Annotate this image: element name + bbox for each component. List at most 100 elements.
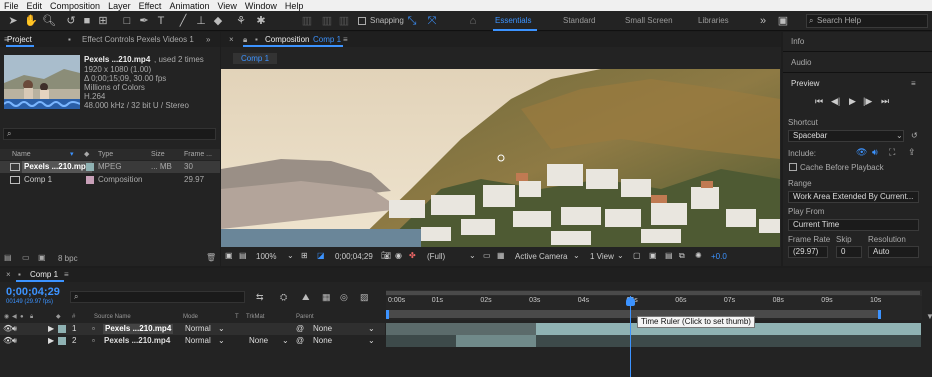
- interpret-footage-icon[interactable]: ▤: [4, 253, 12, 262]
- timeline-icon[interactable]: ▤: [665, 251, 673, 260]
- layer-label-swatch[interactable]: [58, 337, 66, 345]
- play-from-dropdown[interactable]: Current Time: [788, 219, 919, 231]
- workspace-standard[interactable]: Standard: [563, 16, 595, 25]
- brush-tool-icon[interactable]: ╱: [176, 14, 190, 28]
- more-tabs-icon[interactable]: »: [206, 32, 210, 47]
- menu-effect[interactable]: Effect: [135, 1, 166, 11]
- camera-tool-icon[interactable]: ■: [80, 14, 94, 28]
- speaker-icon[interactable]: 🔊︎: [12, 335, 17, 347]
- include-audio-icon[interactable]: 🔊︎: [872, 147, 878, 158]
- snapping-checkbox[interactable]: [358, 17, 366, 25]
- close-icon[interactable]: ×: [6, 268, 11, 282]
- shy-layers-icon[interactable]: ⛰: [302, 292, 310, 303]
- current-time-indicator[interactable]: [630, 296, 631, 377]
- layer-duration-bar-trimmed[interactable]: [386, 323, 536, 335]
- camera-dropdown[interactable]: Active Camera: [515, 251, 567, 262]
- timeline-layer-row[interactable]: 👁︎ 🔊︎ ▶ 2 ▫ Pexels ...210.mp4 Normal ⌄ N…: [0, 335, 385, 347]
- project-search-input[interactable]: ⌕: [3, 128, 216, 140]
- tab-effect-controls[interactable]: Effect Controls Pexels Videos 1: [82, 32, 194, 47]
- graph-editor-icon[interactable]: ▨: [360, 292, 369, 303]
- show-snapshot-icon[interactable]: ◉: [395, 251, 402, 260]
- project-item-row[interactable]: Comp 1 Composition 29.97: [0, 174, 220, 186]
- composition-mini-flowchart-icon[interactable]: ⇆: [256, 292, 264, 303]
- work-area-end[interactable]: [878, 310, 881, 319]
- shortcut-dropdown[interactable]: Spacebar: [788, 130, 904, 142]
- snap-option-icon[interactable]: ⤡: [405, 14, 419, 28]
- layer-parent-dropdown[interactable]: None: [313, 323, 332, 335]
- search-help-input[interactable]: ⌕ Search Help: [806, 14, 928, 28]
- col-type[interactable]: Type: [98, 149, 113, 160]
- puppet-tool-icon[interactable]: ✱: [254, 14, 268, 28]
- layer-parent-dropdown[interactable]: None: [313, 335, 332, 347]
- zoom-slider-icon[interactable]: ▼: [926, 312, 932, 321]
- speaker-icon[interactable]: 🔊︎: [12, 323, 17, 335]
- menu-layer[interactable]: Layer: [104, 1, 135, 11]
- region-of-interest-icon[interactable]: ▭: [483, 251, 491, 260]
- resolution-dropdown[interactable]: (Full): [427, 251, 445, 262]
- hamburger-icon[interactable]: ≡: [64, 268, 69, 282]
- timeline-layer-row[interactable]: 👁︎ 🔊︎ ▶ 1 ▫ Pexels ...210.mp4 Normal ⌄ @…: [0, 323, 385, 335]
- info-panel-tab[interactable]: Info: [791, 37, 804, 46]
- transparency-grid-icon[interactable]: ▦: [497, 251, 505, 260]
- layer-source-name[interactable]: Pexels ...210.mp4: [104, 335, 170, 347]
- rectangle-tool-icon[interactable]: □: [120, 14, 134, 28]
- label-color-swatch[interactable]: [86, 163, 94, 171]
- next-frame-icon[interactable]: |▶: [863, 96, 872, 107]
- ruler-icon[interactable]: ▤: [239, 251, 247, 260]
- col-frame[interactable]: Frame ...: [184, 149, 212, 160]
- layer-label-swatch[interactable]: [58, 325, 66, 333]
- rotate-tool-icon[interactable]: ↺: [64, 14, 78, 28]
- expand-arrow-icon[interactable]: ▶: [48, 335, 54, 347]
- align-left-icon[interactable]: ▥: [300, 14, 314, 28]
- expand-arrow-icon[interactable]: ▶: [48, 323, 54, 335]
- reset-icon[interactable]: ↺: [911, 131, 918, 140]
- roto-brush-tool-icon[interactable]: ⚘: [234, 14, 248, 28]
- work-area-bar[interactable]: [386, 310, 880, 318]
- frame-blending-icon[interactable]: ▦: [322, 292, 331, 303]
- mask-visibility-icon[interactable]: ◪: [317, 251, 325, 260]
- layer-source-name[interactable]: Pexels ...210.mp4: [103, 324, 174, 334]
- timeline-current-time[interactable]: 0;00;04;29: [6, 286, 60, 298]
- previous-frame-icon[interactable]: ◀|: [831, 96, 840, 107]
- range-dropdown[interactable]: Work Area Extended By Current...: [788, 191, 919, 203]
- search-help-toggle-icon[interactable]: ▣: [776, 14, 790, 28]
- hamburger-icon[interactable]: ≡: [911, 79, 916, 88]
- always-preview-icon[interactable]: ▣: [225, 251, 233, 260]
- col-trkmat[interactable]: TrkMat: [246, 312, 264, 322]
- col-size[interactable]: Size: [151, 149, 165, 160]
- snapshot-icon[interactable]: 📷︎: [381, 251, 391, 260]
- menu-animation[interactable]: Animation: [165, 1, 213, 11]
- workspace-libraries[interactable]: Libraries: [698, 16, 729, 25]
- cti-head[interactable]: [626, 297, 635, 306]
- snap-feather-icon[interactable]: ⤧: [425, 14, 439, 28]
- col-name[interactable]: Name: [12, 149, 31, 160]
- parent-pickwhip-icon[interactable]: @: [296, 335, 304, 347]
- last-frame-icon[interactable]: ⏭: [881, 96, 889, 107]
- cache-checkbox[interactable]: [789, 163, 797, 171]
- layer-mode-dropdown[interactable]: Normal: [185, 335, 211, 347]
- exposure-value[interactable]: +0.0: [711, 251, 727, 262]
- flowchart-icon[interactable]: ⧉: [679, 251, 685, 261]
- draft-3d-icon[interactable]: ⛭: [280, 292, 287, 303]
- hand-tool-icon[interactable]: ✋: [24, 14, 38, 28]
- include-overlays-icon[interactable]: ⛶: [889, 147, 895, 158]
- type-tool-icon[interactable]: T: [154, 14, 168, 28]
- include-export-icon[interactable]: ⇪: [908, 147, 916, 158]
- delete-icon[interactable]: 🗑︎: [206, 253, 216, 262]
- eraser-tool-icon[interactable]: ◆: [211, 14, 225, 28]
- pen-tool-icon[interactable]: ✒: [137, 14, 151, 28]
- align-right-icon[interactable]: ▥: [337, 14, 351, 28]
- fast-previews-icon[interactable]: ▣: [649, 251, 657, 260]
- include-video-icon[interactable]: 👁︎: [856, 147, 867, 158]
- hamburger-icon[interactable]: ≡: [343, 32, 348, 47]
- selection-tool-icon[interactable]: ➤: [6, 14, 20, 28]
- project-item-row[interactable]: Pexels ...210.mp4 MPEG ... MB 30: [0, 161, 220, 173]
- view-layout-dropdown[interactable]: 1 View: [590, 251, 614, 262]
- layer-duration-bar[interactable]: [456, 335, 536, 347]
- menu-view[interactable]: View: [213, 1, 240, 11]
- exposure-icon[interactable]: ✺: [695, 251, 702, 260]
- audio-panel-tab[interactable]: Audio: [791, 58, 811, 67]
- play-icon[interactable]: ▶: [849, 96, 856, 107]
- menu-file[interactable]: File: [0, 1, 23, 11]
- new-composition-icon[interactable]: ▣: [38, 253, 46, 262]
